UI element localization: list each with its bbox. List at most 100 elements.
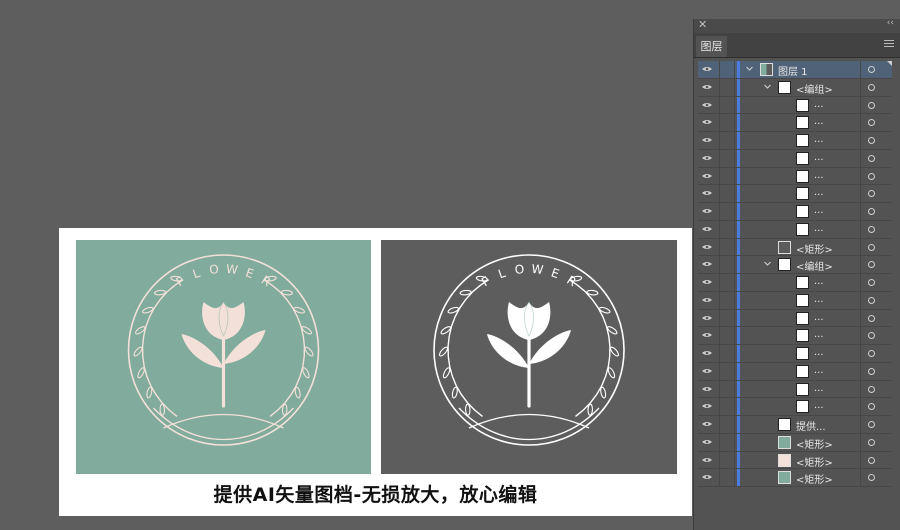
- eye-icon[interactable]: [702, 403, 712, 409]
- layer-row[interactable]: ...: [698, 380, 892, 399]
- eye-icon[interactable]: [702, 66, 712, 72]
- emblem-teal-version[interactable]: FLOWER: [76, 240, 371, 474]
- layer-row[interactable]: <编组>: [698, 256, 892, 274]
- layer-row[interactable]: ...: [698, 96, 892, 115]
- eye-icon[interactable]: [702, 261, 712, 267]
- layer-row[interactable]: <编组>: [698, 78, 892, 97]
- target-circle-icon[interactable]: [868, 332, 875, 340]
- target-circle-icon[interactable]: [868, 421, 875, 428]
- layer-row[interactable]: ...: [698, 220, 892, 239]
- target-circle-icon[interactable]: [868, 385, 875, 393]
- eye-icon[interactable]: [702, 208, 712, 214]
- eye-icon[interactable]: [702, 137, 712, 143]
- layer-label: <编组>: [796, 84, 833, 96]
- layer-row[interactable]: ...: [698, 203, 892, 221]
- layer-row[interactable]: ...: [698, 309, 892, 328]
- target-circle-icon[interactable]: [868, 403, 875, 411]
- laurel-leaf: [451, 386, 458, 399]
- eye-icon[interactable]: [702, 474, 712, 480]
- eye-icon[interactable]: [702, 173, 712, 179]
- target-circle-icon[interactable]: [868, 83, 875, 91]
- layer-thumbnail: [796, 187, 809, 201]
- target-circle-icon[interactable]: [868, 296, 875, 304]
- layer-thumbnail: [796, 151, 809, 165]
- layer-row[interactable]: <矩形>: [698, 451, 892, 470]
- eye-icon[interactable]: [702, 315, 712, 321]
- eye-icon[interactable]: [702, 297, 712, 303]
- layer-row[interactable]: <矩形>: [698, 238, 892, 257]
- target-circle-icon[interactable]: [868, 101, 875, 109]
- eye-icon[interactable]: [702, 244, 712, 250]
- eye-icon[interactable]: [702, 226, 712, 232]
- eye-icon[interactable]: [702, 368, 712, 374]
- target-circle-icon[interactable]: [868, 350, 875, 357]
- layer-row[interactable]: ...: [698, 185, 892, 203]
- target-circle-icon[interactable]: [868, 367, 875, 375]
- layer-row[interactable]: ...: [698, 345, 892, 363]
- target-circle-icon[interactable]: [868, 438, 875, 446]
- eye-icon[interactable]: [702, 421, 712, 427]
- layer-row[interactable]: ...: [698, 291, 892, 310]
- eye-icon[interactable]: [702, 350, 712, 356]
- layer-row[interactable]: ...: [698, 132, 892, 150]
- tab-layers[interactable]: 图层: [696, 36, 727, 57]
- target-circle-icon[interactable]: [868, 279, 875, 286]
- layer-row[interactable]: 提供...: [698, 416, 892, 434]
- collapse-icon[interactable]: ‹‹: [887, 18, 894, 28]
- target-circle-icon[interactable]: [868, 190, 875, 198]
- chevron-down-icon[interactable]: [763, 259, 772, 268]
- target-circle-icon[interactable]: [868, 208, 875, 215]
- eye-icon[interactable]: [702, 332, 712, 338]
- laurel-branch-left: [141, 279, 184, 417]
- target-circle-icon[interactable]: [868, 119, 875, 127]
- laurel-leaf: [146, 386, 153, 399]
- layer-label: <矩形>: [796, 475, 833, 487]
- layer-row[interactable]: ...: [698, 149, 892, 168]
- layer-list[interactable]: 图层 1 <编组>........................ <矩形> <编组>…: [698, 61, 892, 487]
- eye-icon[interactable]: [702, 457, 712, 463]
- eye-icon[interactable]: [702, 84, 712, 90]
- chevron-down-icon[interactable]: [763, 82, 772, 91]
- eye-icon[interactable]: [702, 279, 712, 285]
- panel-menu-icon[interactable]: [884, 38, 894, 50]
- layer-thumbnail: [778, 258, 791, 272]
- artboard[interactable]: FLOWER FLOWER 提供AI矢量图档-无损放大，放心编辑: [59, 228, 692, 516]
- target-circle-icon[interactable]: [868, 243, 875, 251]
- eye-icon[interactable]: [702, 190, 712, 196]
- emblem-word-letter: O: [514, 262, 526, 277]
- layer-row[interactable]: ...: [698, 327, 892, 345]
- eye-icon[interactable]: [702, 155, 712, 161]
- layer-label: ...: [814, 400, 824, 412]
- target-circle-icon[interactable]: [868, 474, 875, 482]
- target-circle-icon[interactable]: [868, 137, 875, 144]
- target-circle-icon[interactable]: [868, 154, 875, 162]
- layer-row[interactable]: ...: [698, 274, 892, 292]
- eye-icon[interactable]: [702, 119, 712, 125]
- target-circle-icon[interactable]: [868, 456, 875, 464]
- layers-panel[interactable]: ✕ ‹‹ 图层 图层 1 <编组>........................…: [693, 18, 900, 530]
- layer-row[interactable]: ...: [698, 167, 892, 186]
- layer-label: 图层 1: [778, 67, 808, 78]
- eye-icon[interactable]: [702, 439, 712, 445]
- target-circle-icon[interactable]: [868, 314, 875, 322]
- layer-row[interactable]: ...: [698, 398, 892, 416]
- target-circle-icon[interactable]: [868, 66, 875, 73]
- flower-leaf-left: [181, 334, 224, 368]
- eye-icon[interactable]: [702, 102, 712, 108]
- laurel-leaf: [280, 289, 293, 296]
- eye-icon[interactable]: [702, 386, 712, 392]
- layer-row[interactable]: ...: [698, 362, 892, 381]
- layer-row[interactable]: ...: [698, 114, 892, 132]
- layer-row[interactable]: <矩形>: [698, 433, 892, 452]
- emblem-dark-version[interactable]: FLOWER: [381, 240, 677, 474]
- layer-row[interactable]: <矩形>: [698, 469, 892, 487]
- target-circle-icon[interactable]: [868, 261, 875, 269]
- emblem-word-letter: E: [549, 265, 562, 281]
- close-icon[interactable]: ✕: [698, 18, 707, 31]
- layer-label: ...: [814, 151, 824, 163]
- layer-thumbnail: [778, 471, 791, 485]
- layer-row[interactable]: 图层 1: [698, 61, 892, 79]
- chevron-down-icon[interactable]: [745, 64, 754, 73]
- target-circle-icon[interactable]: [868, 172, 875, 180]
- target-circle-icon[interactable]: [868, 225, 875, 233]
